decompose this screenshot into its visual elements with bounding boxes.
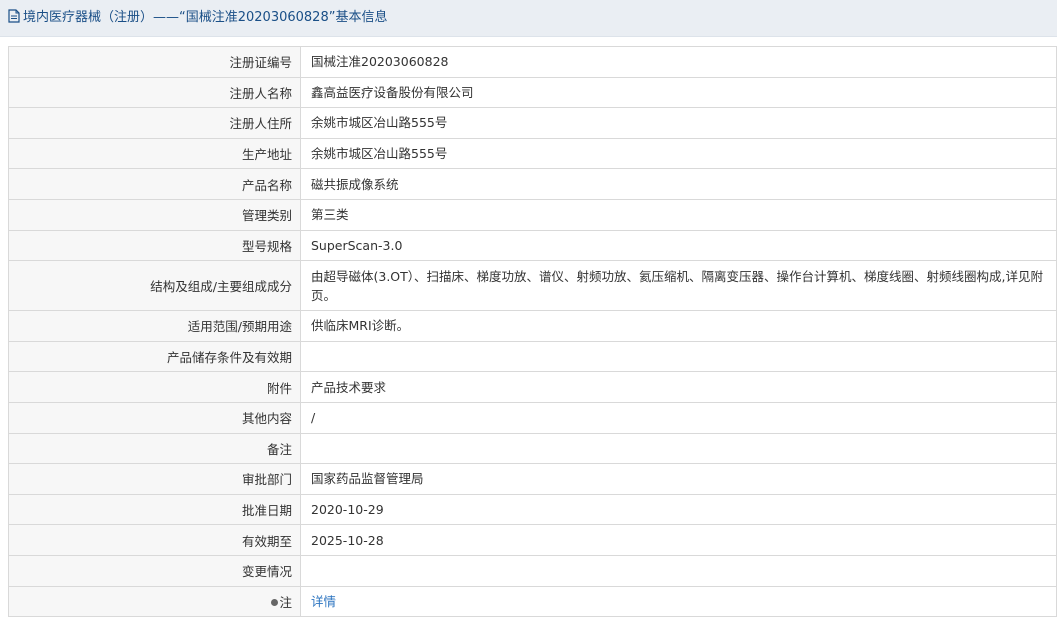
row-label: 管理类别 [8,198,301,231]
table-row: 其他内容 / [8,401,1057,434]
table-row: 产品名称 磁共振成像系统 [8,168,1057,200]
table-row: 生产地址 余姚市城区冶山路555号 [8,137,1057,170]
row-label: 批准日期 [8,493,301,526]
table-row: 注 详情 [8,585,1057,618]
bullet-icon [271,598,279,606]
row-value: 产品技术要求 [300,371,1057,403]
row-value [300,554,1057,587]
row-label: 型号规格 [8,229,301,262]
row-label: 注册人名称 [8,76,301,109]
row-label: 审批部门 [8,463,301,495]
document-icon [8,9,20,23]
row-label: 变更情况 [8,554,301,587]
table-row: 产品储存条件及有效期 [8,340,1057,373]
row-label: 附件 [8,371,301,403]
table-row: 注册证编号 国械注准20203060828 [8,46,1057,78]
row-value: SuperScan-3.0 [300,229,1057,262]
row-label: 生产地址 [8,137,301,170]
row-label: 注册证编号 [8,46,301,78]
table-row: 注册人住所 余姚市城区冶山路555号 [8,107,1057,139]
table-row: 审批部门 国家药品监督管理局 [8,463,1057,495]
row-value: 2020-10-29 [300,493,1057,526]
row-label: 有效期至 [8,524,301,556]
row-value: 2025-10-28 [300,524,1057,556]
row-value: 供临床MRI诊断。 [300,310,1057,342]
info-table: 注册证编号 国械注准20203060828 注册人名称 鑫高益医疗设备股份有限公… [8,46,1057,618]
table-row: 注册人名称 鑫高益医疗设备股份有限公司 [8,76,1057,109]
row-value: 国械注准20203060828 [300,46,1057,78]
row-value: 第三类 [300,198,1057,231]
row-value: 由超导磁体(3.OT）、扫描床、梯度功放、谱仪、射频功放、氦压缩机、隔离变压器、… [300,260,1057,312]
info-table-container: 注册证编号 国械注准20203060828 注册人名称 鑫高益医疗设备股份有限公… [8,46,1057,618]
row-value: 磁共振成像系统 [300,168,1057,200]
table-row: 附件 产品技术要求 [8,371,1057,403]
table-row: 型号规格 SuperScan-3.0 [8,229,1057,262]
row-label: 其他内容 [8,401,301,434]
row-value: / [300,401,1057,434]
note-label: 注 [279,594,292,610]
row-label: 结构及组成/主要组成成分 [8,260,301,312]
table-row: 有效期至 2025-10-28 [8,524,1057,556]
table-row: 管理类别 第三类 [8,198,1057,231]
row-value: 余姚市城区冶山路555号 [300,107,1057,139]
row-value: 详情 [300,585,1057,618]
table-row: 变更情况 [8,554,1057,587]
details-link[interactable]: 详情 [311,594,336,609]
page-title: 境内医疗器械（注册）——“国械注准20203060828”基本信息 [23,10,388,25]
row-label: 备注 [8,432,301,465]
row-value [300,340,1057,373]
row-label: 适用范围/预期用途 [8,310,301,342]
page-header: 境内医疗器械（注册）——“国械注准20203060828”基本信息 [0,0,1057,37]
table-row: 结构及组成/主要组成成分 由超导磁体(3.OT）、扫描床、梯度功放、谱仪、射频功… [8,260,1057,312]
row-label: 产品储存条件及有效期 [8,340,301,373]
row-label: 注册人住所 [8,107,301,139]
table-row: 备注 [8,432,1057,465]
row-value: 鑫高益医疗设备股份有限公司 [300,76,1057,109]
row-value: 余姚市城区冶山路555号 [300,137,1057,170]
row-value [300,432,1057,465]
row-label-note: 注 [8,585,301,618]
table-row: 适用范围/预期用途 供临床MRI诊断。 [8,310,1057,342]
row-value: 国家药品监督管理局 [300,463,1057,495]
table-row: 批准日期 2020-10-29 [8,493,1057,526]
row-label: 产品名称 [8,168,301,200]
